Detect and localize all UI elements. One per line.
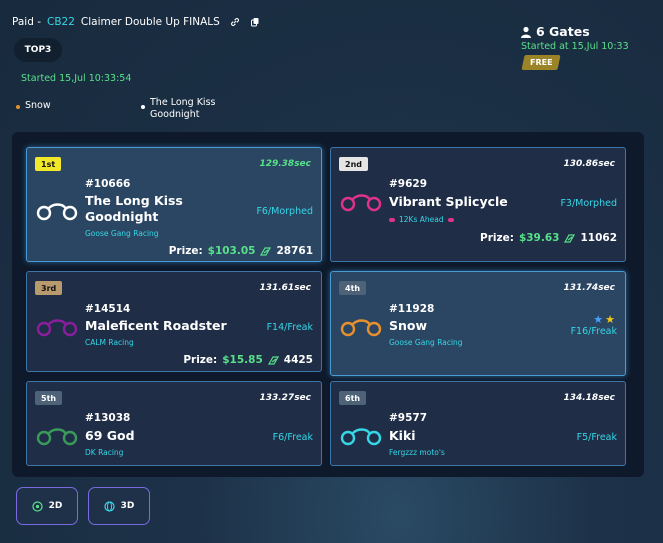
legend-item-long-kiss: The Long Kiss Goodnight [141, 97, 235, 121]
started-at: Started at 15,Jul 10:33 [521, 41, 629, 52]
result-card-3rd[interactable]: 3rd 131.61sec #14514 Maleficent Roadster… [26, 271, 322, 372]
team-name: Goose Gang Racing [85, 229, 159, 238]
result-card-1st[interactable]: 1st 129.38sec #10666 The Long Kiss Goodn… [26, 147, 322, 262]
motorbike-icon [36, 203, 78, 221]
team-name: Goose Gang Racing [389, 338, 463, 347]
legend-item-snow: Snow [16, 100, 51, 111]
gates-count: 6 Gates [520, 24, 590, 39]
bike-class: F3/Morphed [560, 198, 617, 209]
legend-label: Snow [25, 100, 51, 111]
prize-amount: $15.85 [222, 354, 263, 366]
free-label: FREE [529, 58, 553, 67]
title-code: CB22 [47, 16, 75, 28]
view-2d-button[interactable]: 2D [16, 487, 78, 525]
race-time: 131.61sec [259, 283, 311, 293]
copy-icon[interactable] [250, 17, 260, 27]
team-name: CALM Racing [85, 338, 134, 347]
bike-id: #9629 [389, 178, 428, 190]
bike-class: F14/Freak [266, 322, 313, 333]
team-name: Fergzzz moto's [389, 448, 445, 457]
star-icon: ★ [605, 313, 615, 326]
prize-points: 4425 [283, 354, 313, 366]
ahead-indicator: 12Ks Ahead [389, 215, 454, 224]
bike-name: 69 God [85, 428, 135, 443]
view-3d-button[interactable]: 3D [88, 487, 150, 525]
bike-id: #9577 [389, 412, 428, 424]
result-card-6th[interactable]: 6th 134.18sec #9577 Kiki Fergzzz moto's … [330, 381, 626, 466]
place-badge: 5th [35, 391, 63, 405]
star-icon: ★ [593, 313, 604, 326]
legend-label: The Long Kiss Goodnight [150, 97, 216, 120]
bike-id: #13038 [85, 412, 131, 424]
motorbike-icon [340, 319, 382, 337]
stars-rating: ★ ★ [593, 313, 615, 326]
bike-class: F16/Freak [570, 326, 617, 337]
globe-2d-icon [32, 500, 43, 512]
prize-label: Prize: [480, 232, 514, 244]
prize-row: Prize: $103.05 28761 [169, 245, 313, 257]
race-time: 131.74sec [563, 283, 615, 293]
prize-amount: $39.63 [518, 232, 560, 244]
bike-name: The Long Kiss Goodnight [85, 193, 183, 224]
motorbike-icon [340, 194, 382, 212]
view-3d-label: 3D [120, 501, 135, 511]
race-time: 129.38sec [259, 159, 311, 169]
race-time: 134.18sec [563, 393, 615, 403]
bike-class: F5/Freak [576, 432, 617, 443]
gates-label: 6 Gates [536, 24, 590, 39]
prize-label: Prize: [168, 245, 203, 257]
place-badge: 2nd [339, 157, 368, 171]
prize-label: Prize: [183, 354, 218, 366]
motorbike-icon [340, 428, 382, 446]
view-2d-label: 2D [48, 501, 63, 511]
place-badge: 6th [339, 391, 367, 405]
title-rest: Claimer Double Up FINALS [80, 16, 220, 28]
prize-points: 11062 [580, 232, 617, 244]
bike-name: Snow [389, 318, 428, 333]
bike-class: F6/Freak [272, 432, 313, 443]
results-panel: 1st 129.38sec #10666 The Long Kiss Goodn… [12, 132, 644, 477]
mini-bike-icon [389, 217, 395, 222]
bike-name: Vibrant Splicycle [389, 194, 508, 209]
place-badge: 1st [35, 157, 62, 171]
legend-dot [141, 105, 145, 109]
race-time: 130.86sec [563, 159, 615, 169]
mini-bike-icon [447, 217, 454, 222]
place-badge: 4th [339, 281, 367, 295]
token-icon [564, 233, 576, 243]
race-title: Paid - CB22 Claimer Double Up FINALS [12, 16, 260, 28]
user-icon [521, 26, 531, 38]
legend-dot [16, 105, 20, 109]
prize-row: Prize: $39.63 11062 [480, 232, 617, 244]
free-badge: FREE [521, 55, 561, 70]
prize-row: Prize: $15.85 4425 [183, 354, 313, 366]
bike-id: #11928 [389, 303, 435, 315]
bike-id: #10666 [85, 178, 131, 190]
motorbike-icon [36, 428, 78, 446]
link-icon[interactable] [230, 17, 240, 27]
start-time: Started 15,Jul 10:33:54 [21, 73, 132, 84]
title-prefix: Paid - [12, 16, 42, 28]
place-badge: 3rd [35, 281, 63, 295]
bike-class: F6/Morphed [256, 206, 313, 217]
token-icon [267, 355, 279, 365]
team-name: DK Racing [85, 448, 124, 457]
bike-name: Kiki [389, 428, 416, 443]
ahead-text: 12Ks Ahead [399, 215, 444, 224]
motorbike-icon [36, 319, 78, 337]
bike-name: Maleficent Roadster [85, 318, 227, 333]
result-card-2nd[interactable]: 2nd 130.86sec #9629 Vibrant Splicycle 12… [330, 147, 626, 262]
result-card-4th[interactable]: 4th 131.74sec #11928 Snow Goose Gang Rac… [330, 271, 626, 376]
prize-points: 28761 [276, 245, 313, 257]
globe-3d-icon [104, 500, 115, 512]
token-icon [260, 246, 272, 256]
result-card-5th[interactable]: 5th 133.27sec #13038 69 God DK Racing F6… [26, 381, 322, 466]
bike-id: #14514 [85, 303, 131, 315]
prize-amount: $103.05 [207, 245, 256, 257]
top3-filter-button[interactable]: TOP3 [14, 38, 62, 62]
race-time: 133.27sec [259, 393, 311, 403]
